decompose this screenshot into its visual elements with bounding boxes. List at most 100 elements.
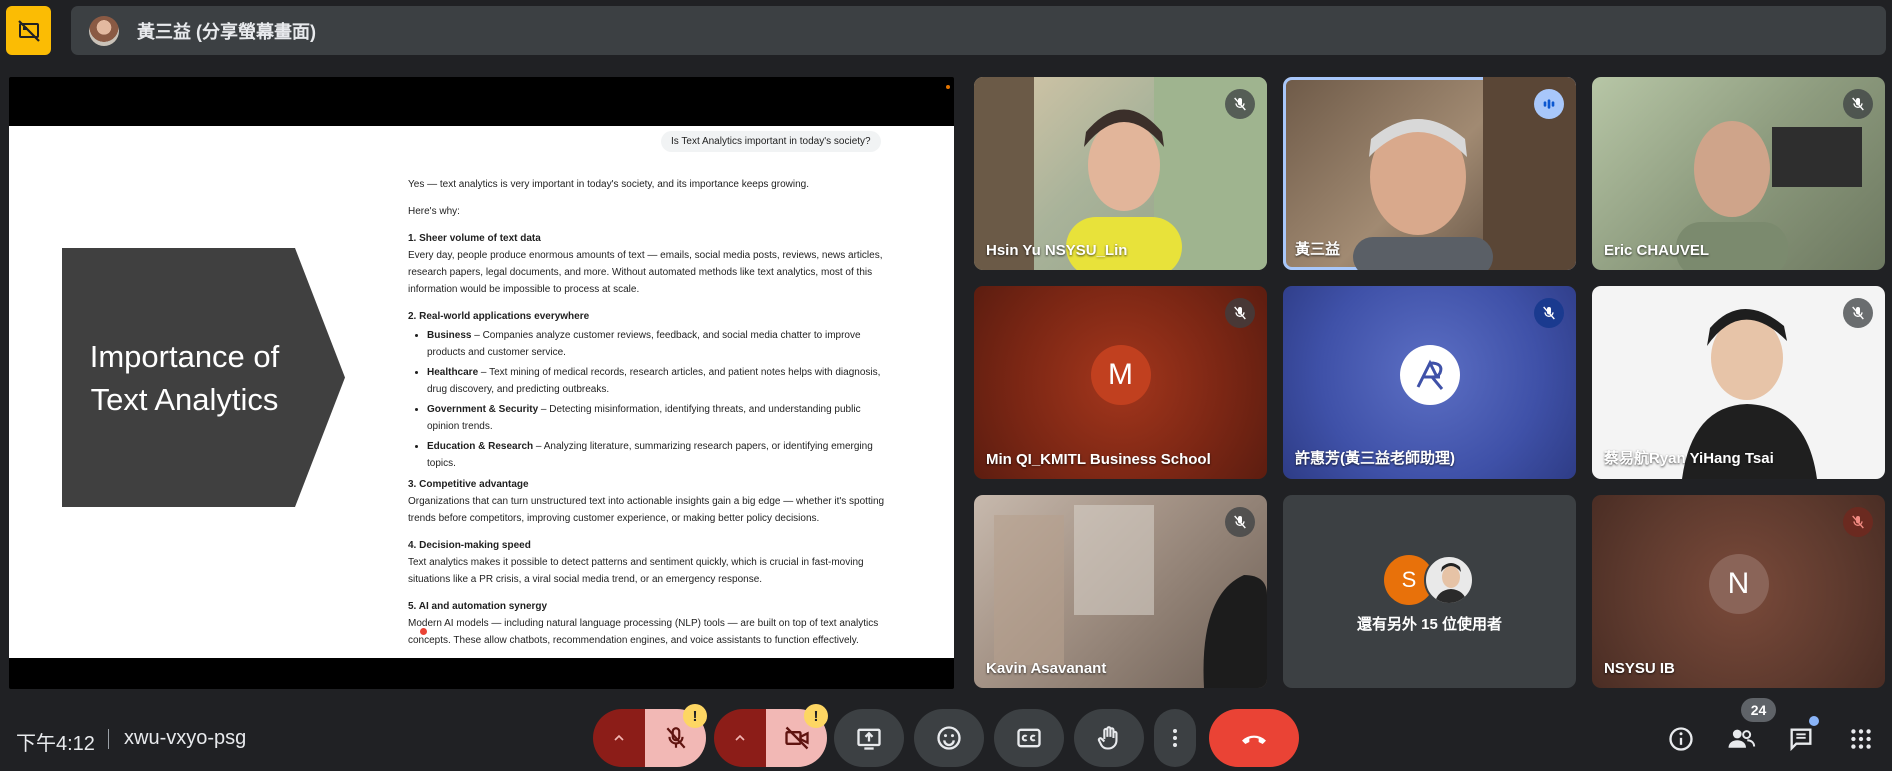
- apps-grid-icon: [1851, 729, 1871, 749]
- participant-name: Hsin Yu NSYSU_Lin: [986, 242, 1128, 259]
- list-item: Government & Security – Detecting misinf…: [427, 401, 888, 435]
- speaking-indicator: [1534, 89, 1564, 119]
- meeting-details-button[interactable]: [1661, 719, 1701, 759]
- participant-name: Eric CHAUVEL: [1604, 242, 1710, 259]
- present-screen-button[interactable]: [834, 709, 904, 767]
- chat-question-bubble: Is Text Analytics important in today's s…: [661, 131, 881, 152]
- video-options-button[interactable]: [714, 709, 766, 767]
- avatar: N: [1708, 553, 1769, 614]
- hand-icon: [1097, 726, 1118, 750]
- mic-off-icon: [1234, 515, 1246, 529]
- screen-indicator-dot: [946, 85, 950, 89]
- bullet-term: Education & Research: [427, 441, 534, 452]
- participant-tile[interactable]: Kavin Asavanant: [974, 495, 1267, 688]
- section-2-list: Business – Companies analyze customer re…: [408, 327, 888, 472]
- avatar: M: [1090, 344, 1151, 405]
- audio-options-button[interactable]: [593, 709, 645, 767]
- meeting-code: xwu-vxyo-psg: [124, 727, 247, 749]
- section-1-title: 1. Sheer volume of text data: [408, 233, 541, 244]
- slide-title: Importance of Text Analytics: [89, 338, 280, 417]
- participant-name: 黃三益: [1295, 241, 1341, 258]
- captions-button[interactable]: [994, 709, 1064, 767]
- presenter-chip: 黃三益 (分享螢幕畫面): [71, 6, 1886, 55]
- audio-wave-icon: [1543, 99, 1555, 109]
- participant-count-badge: 24: [1741, 698, 1776, 722]
- people-icon: [1728, 729, 1756, 748]
- person-photo: [1434, 563, 1468, 603]
- mic-warning-badge: !: [683, 704, 707, 728]
- shared-screen[interactable]: Importance of Text Analytics Is Text Ana…: [9, 77, 954, 689]
- bullet-term: Business: [427, 330, 472, 341]
- presenter-avatar: [89, 15, 119, 46]
- more-options-button[interactable]: [1154, 709, 1196, 767]
- answer-intro: Yes — text analytics is very important i…: [408, 179, 809, 190]
- presenter-label: 黃三益 (分享螢幕畫面): [137, 21, 316, 42]
- mic-off-icon: [1234, 306, 1246, 320]
- mic-off-badge: [1225, 298, 1255, 328]
- section-4-title: 4. Decision-making speed: [408, 540, 531, 551]
- participant-name: 許惠芳(黃三益老師助理): [1295, 450, 1455, 467]
- others-tile[interactable]: S 還有另外 15 位使用者: [1283, 495, 1576, 688]
- camera-off-icon: [784, 726, 809, 750]
- mic-off-icon: [666, 727, 685, 749]
- participant-name: 蔡易航Ryan YiHang Tsai: [1604, 450, 1774, 467]
- chat-answer: Yes — text analytics is very important i…: [408, 176, 888, 658]
- list-item: Education & Research – Analyzing literat…: [427, 438, 888, 472]
- participant-tile[interactable]: 蔡易航Ryan YiHang Tsai: [1592, 286, 1885, 479]
- mic-off-badge: [1225, 507, 1255, 537]
- mic-off-badge: [1843, 507, 1873, 537]
- bullet-term: Healthcare: [427, 367, 479, 378]
- call-end-icon: [1242, 735, 1266, 744]
- avatar: [1424, 555, 1474, 605]
- mic-off-icon: [1543, 306, 1555, 320]
- closed-captions-icon: [1017, 728, 1041, 748]
- mic-off-badge: [1843, 298, 1873, 328]
- mic-off-icon: [1852, 306, 1864, 320]
- emoji-icon: [937, 726, 961, 750]
- stop-presenting-button[interactable]: [6, 6, 51, 55]
- list-item: Business – Companies analyze customer re…: [427, 327, 888, 361]
- top-bar: 黃三益 (分享螢幕畫面): [0, 0, 1892, 62]
- clock: 下午4:12: [16, 733, 95, 755]
- section-2-title: 2. Real-world applications everywhere: [408, 311, 590, 322]
- activities-button[interactable]: [1841, 719, 1881, 759]
- chevron-up-icon: [735, 734, 745, 741]
- reactions-button[interactable]: [914, 709, 984, 767]
- participant-tile[interactable]: Hsin Yu NSYSU_Lin: [974, 77, 1267, 270]
- participant-tile[interactable]: 許惠芳(黃三益老師助理): [1283, 286, 1576, 479]
- info-icon: [1669, 727, 1693, 751]
- bottom-bar: 下午4:12 xwu-vxyo-psg ! !: [0, 700, 1892, 771]
- mic-off-icon: [1234, 97, 1246, 111]
- chat-icon: [1790, 728, 1812, 752]
- raise-hand-button[interactable]: [1074, 709, 1144, 767]
- mic-off-badge: [1534, 298, 1564, 328]
- section-1-body: Every day, people produce enormous amoun…: [408, 250, 883, 295]
- bullet-text: – Companies analyze customer reviews, fe…: [427, 330, 861, 358]
- bullet-text: – Text mining of medical records, resear…: [427, 367, 881, 395]
- section-4-body: Text analytics makes it possible to dete…: [408, 557, 864, 585]
- bullet-term: Government & Security: [427, 404, 539, 415]
- section-3-body: Organizations that can turn unstructured…: [408, 496, 885, 524]
- participant-tile[interactable]: M Min QI_KMITL Business School: [974, 286, 1267, 479]
- mic-off-badge: [1225, 89, 1255, 119]
- logo-icon: [1416, 359, 1443, 390]
- divider: [108, 729, 109, 749]
- mic-off-icon: [1852, 515, 1864, 529]
- section-5-body: Modern AI models — including natural lan…: [408, 618, 879, 646]
- chevron-up-icon: [614, 734, 624, 741]
- mic-off-badge: [1843, 89, 1873, 119]
- avatar: [1399, 344, 1460, 405]
- leave-call-button[interactable]: [1209, 709, 1299, 767]
- camera-warning-badge: !: [804, 704, 828, 728]
- answer-why: Here's why:: [408, 206, 460, 217]
- people-button[interactable]: [1721, 719, 1761, 759]
- participant-tile[interactable]: Eric CHAUVEL: [1592, 77, 1885, 270]
- mic-off-icon: [1852, 97, 1864, 111]
- presentation-off-icon: [17, 19, 40, 42]
- list-item: Healthcare – Text mining of medical reco…: [427, 364, 888, 398]
- others-count-label: 還有另外 15 位使用者: [1356, 616, 1503, 633]
- participant-tile[interactable]: N NSYSU IB: [1592, 495, 1885, 688]
- participant-tile[interactable]: 黃三益: [1283, 77, 1576, 270]
- section-5-title: 5. AI and automation synergy: [408, 601, 548, 612]
- more-vert-icon: [1173, 729, 1177, 747]
